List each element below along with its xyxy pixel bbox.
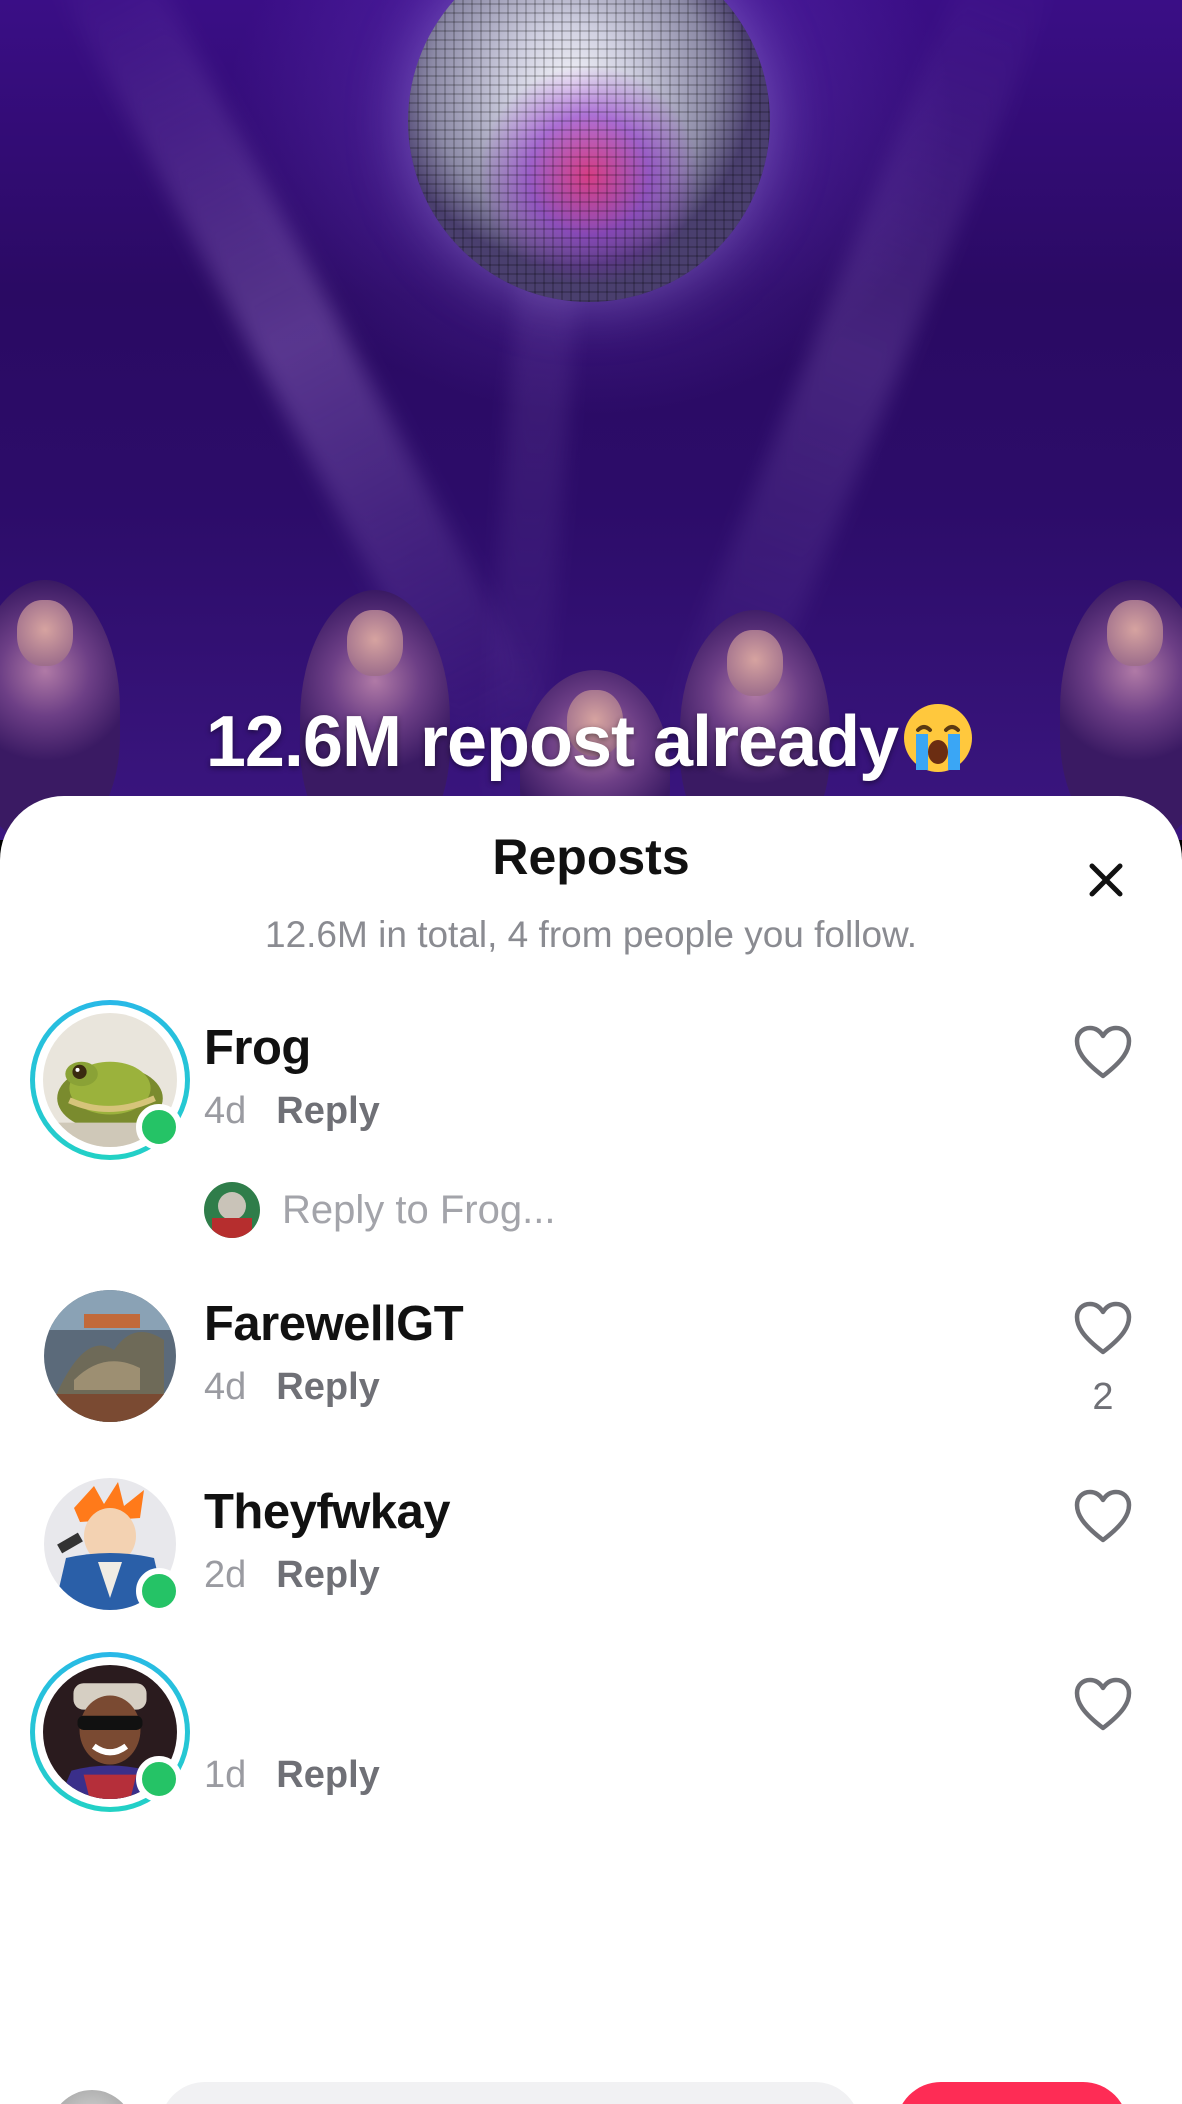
comment-input[interactable]: [160, 2082, 860, 2104]
sheet-title: Reposts: [492, 829, 690, 885]
disco-ball-image: [408, 0, 770, 302]
reply-button[interactable]: Reply: [276, 1554, 379, 1596]
screen: 12.6M repost already Reposts 12.6M in to…: [0, 0, 1182, 2104]
close-button[interactable]: [1070, 844, 1142, 916]
repost-meta: 2d Reply: [204, 1554, 380, 1597]
reply-button[interactable]: Reply: [276, 1754, 379, 1796]
online-status-dot: [136, 1568, 182, 1614]
reply-placeholder: Reply to Frog...: [282, 1187, 556, 1232]
repost-item: Theyfwkay 2d Reply: [0, 1464, 1182, 1644]
online-status-dot: [136, 1104, 182, 1150]
timestamp: 2d: [204, 1554, 247, 1596]
my-avatar: [204, 1182, 260, 1238]
avatar-button[interactable]: [30, 1652, 190, 1812]
heart-icon[interactable]: [1072, 1674, 1134, 1736]
online-status-dot: [136, 1756, 182, 1802]
repost-item: Frog 4d Reply: [0, 1000, 1182, 1180]
avatar-button[interactable]: [30, 1000, 190, 1160]
timestamp: 4d: [204, 1090, 247, 1132]
like-count: 2: [1092, 1376, 1114, 1418]
repost-meta: 4d Reply: [204, 1366, 380, 1409]
dinosaur-avatar: [44, 1290, 176, 1422]
username[interactable]: Theyfwkay: [204, 1484, 451, 1540]
repost-item: FarewellGT 4d Reply 2: [0, 1276, 1182, 1456]
heart-icon[interactable]: [1072, 1298, 1134, 1360]
repost-meta: 4d Reply: [204, 1090, 380, 1133]
username[interactable]: Frog: [204, 1020, 311, 1076]
repost-button[interactable]: [896, 2082, 1128, 2104]
reposts-sheet: Reposts 12.6M in total, 4 from people yo…: [0, 796, 1182, 2104]
reply-button[interactable]: Reply: [276, 1366, 379, 1408]
avatar-button[interactable]: [30, 1464, 190, 1624]
sheet-subtitle: 12.6M in total, 4 from people you follow…: [265, 914, 917, 955]
reply-to-input[interactable]: Reply to Frog...: [204, 1180, 555, 1240]
dancer-face: [1107, 600, 1163, 666]
reply-button[interactable]: Reply: [276, 1090, 379, 1132]
avatar-button[interactable]: [30, 1276, 190, 1436]
repost-meta: 1d Reply: [204, 1754, 380, 1797]
caption-text: 12.6M repost already: [205, 702, 899, 782]
heart-icon[interactable]: [1072, 1022, 1134, 1084]
heart-icon[interactable]: [1072, 1486, 1134, 1548]
timestamp: 1d: [204, 1754, 247, 1796]
close-icon: [1089, 863, 1123, 897]
video-background[interactable]: 12.6M repost already: [0, 0, 1182, 840]
loudly-crying-face-emoji-icon: [904, 704, 973, 772]
my-avatar-image: [204, 1182, 260, 1238]
dancer-face: [727, 630, 783, 696]
username[interactable]: FarewellGT: [204, 1296, 464, 1352]
timestamp: 4d: [204, 1366, 247, 1408]
video-caption: 12.6M repost already: [0, 700, 1182, 783]
dinosaur-image: [44, 1290, 176, 1422]
dancer-face: [347, 610, 403, 676]
repost-item: 1d Reply: [0, 1652, 1182, 1832]
dancer-face: [17, 600, 73, 666]
